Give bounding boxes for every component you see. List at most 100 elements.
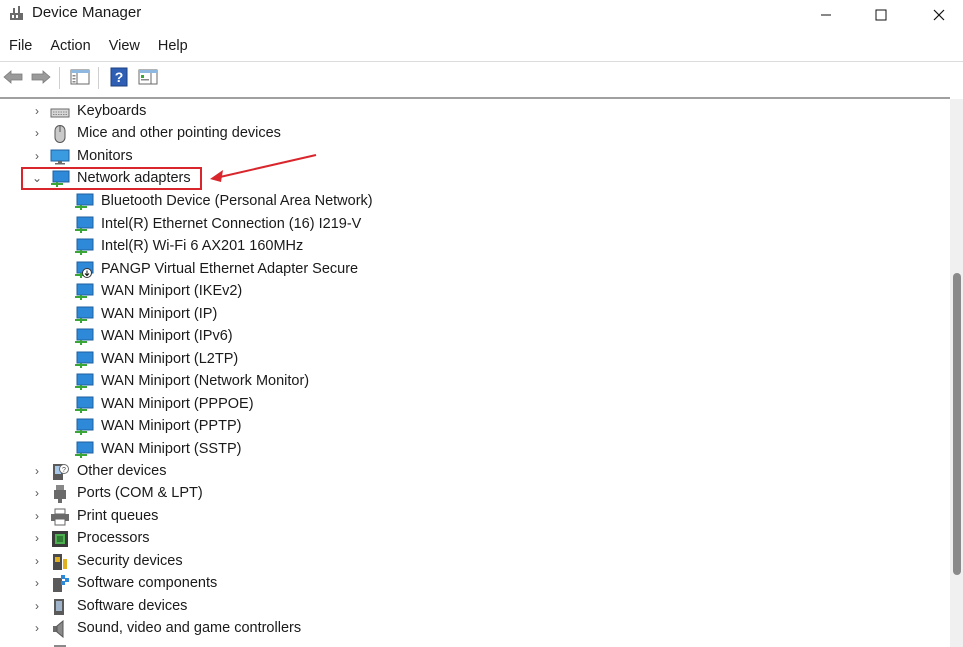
network-adapter-icon: [75, 328, 94, 345]
mouse-icon: [54, 125, 66, 143]
tree-item-label: WAN Miniport (IKEv2): [101, 283, 243, 299]
network-adapter-item[interactable]: WAN Miniport (PPPOE): [0, 394, 940, 416]
network-adapter-item[interactable]: WAN Miniport (IKEv2): [0, 281, 940, 303]
tree-item-label: Monitors: [77, 148, 133, 164]
network-adapter-icon: [75, 238, 94, 255]
network-adapter-icon: [75, 216, 94, 233]
annotation-highlight-box: [21, 167, 202, 190]
tree-item-keyboards[interactable]: › Keyboards: [0, 101, 940, 123]
network-adapter-item[interactable]: WAN Miniport (PPTP): [0, 416, 940, 438]
tree-item-partial: [0, 641, 940, 647]
scrollbar-thumb[interactable]: [953, 273, 961, 575]
tree-item-security-devices[interactable]: › Security devices: [0, 551, 940, 573]
tree-item-label: WAN Miniport (IPv6): [101, 328, 233, 344]
toolbar: ?: [0, 61, 963, 94]
toolbar-separator: [59, 67, 60, 89]
tree-item-label: Sound, video and game controllers: [77, 620, 302, 636]
tree-item-label: WAN Miniport (PPPOE): [101, 395, 254, 412]
expand-chevron-icon[interactable]: ›: [31, 149, 43, 163]
network-adapter-item[interactable]: WAN Miniport (Network Monitor): [0, 371, 940, 393]
network-adapter-item[interactable]: WAN Miniport (IPv6): [0, 326, 940, 348]
other-devices-icon: ?: [53, 464, 69, 480]
network-adapter-icon: [75, 193, 94, 210]
title-bar: Device Manager: [0, 0, 963, 30]
toolbar-separator: [98, 67, 99, 89]
expand-chevron-icon[interactable]: ›: [31, 576, 43, 590]
software-device-icon: [54, 599, 64, 615]
tree-item-software-devices[interactable]: › Software devices: [0, 596, 940, 618]
expand-chevron-icon[interactable]: ›: [31, 621, 43, 635]
svg-text:?: ?: [115, 69, 124, 85]
expand-chevron-icon[interactable]: ›: [31, 486, 43, 500]
software-component-icon: [53, 575, 69, 592]
network-adapter-item[interactable]: Bluetooth Device (Personal Area Network): [0, 191, 940, 213]
back-arrow-icon: [3, 70, 23, 84]
storage-controller-icon: [54, 645, 66, 647]
tree-item-label: Print queues: [77, 508, 159, 524]
security-device-icon: [53, 554, 67, 570]
tree-item-label: Other devices: [77, 463, 167, 479]
tree-item-label: Security devices: [77, 553, 183, 569]
tree-item-print-queues[interactable]: › Print queues: [0, 506, 940, 528]
tree-item-label: Software components: [77, 575, 218, 591]
properties-button[interactable]: [137, 66, 159, 88]
network-adapter-icon: [75, 306, 94, 323]
expand-chevron-icon[interactable]: ›: [31, 126, 43, 140]
tree-item-label: WAN Miniport (Network Monitor): [101, 373, 310, 389]
tree-item-ports[interactable]: › Ports (COM & LPT): [0, 483, 940, 505]
tree-item-label: Intel(R) Wi-Fi 6 AX201 160MHz: [101, 238, 304, 254]
printer-icon: [51, 508, 69, 526]
expand-chevron-icon[interactable]: ›: [31, 104, 43, 118]
forward-arrow-icon: [31, 70, 51, 84]
expand-chevron-icon[interactable]: ›: [31, 509, 43, 523]
processor-icon: [52, 531, 68, 547]
network-adapter-item[interactable]: WAN Miniport (L2TP): [0, 349, 940, 371]
tree-item-other-devices[interactable]: › ? Other devices: [0, 461, 940, 483]
back-button[interactable]: [2, 66, 24, 88]
expand-chevron-icon[interactable]: ›: [31, 554, 43, 568]
minimize-icon: [821, 14, 831, 16]
expand-chevron-icon[interactable]: ›: [31, 599, 43, 613]
maximize-button[interactable]: [852, 0, 910, 30]
menu-file[interactable]: File: [0, 34, 41, 58]
close-button[interactable]: [910, 0, 963, 30]
show-hide-console-tree-button[interactable]: [69, 66, 91, 88]
tree-item-label: Keyboards: [77, 103, 147, 119]
tree-item-label: Mice and other pointing devices: [77, 125, 281, 141]
tree-item-label: Bluetooth Device (Personal Area Network): [101, 193, 373, 209]
network-adapter-icon: [75, 373, 94, 390]
close-icon: [933, 9, 945, 21]
forward-button[interactable]: [30, 66, 52, 88]
tree-item-monitors[interactable]: › Monitors: [0, 146, 940, 168]
minimize-button[interactable]: [797, 0, 855, 30]
network-adapter-icon: [75, 418, 94, 435]
network-adapter-item[interactable]: PANGP Virtual Ethernet Adapter Secure: [0, 259, 940, 281]
vertical-scrollbar[interactable]: [950, 99, 963, 647]
tree-item-sound-video-game-controllers[interactable]: › Sound, video and game controllers: [0, 618, 940, 640]
tree-item-label: Intel(R) Ethernet Connection (16) I219-V: [101, 215, 362, 232]
tree-item-label: WAN Miniport (PPTP): [101, 418, 242, 434]
menu-view[interactable]: View: [100, 34, 149, 58]
network-adapter-item[interactable]: Intel(R) Ethernet Connection (16) I219-V: [0, 214, 940, 236]
network-adapter-icon: [75, 441, 94, 458]
tree-item-software-components[interactable]: › Software components: [0, 573, 940, 595]
window-title: Device Manager: [32, 4, 142, 21]
tree-item-label: WAN Miniport (L2TP): [101, 350, 239, 367]
tree-item-mice[interactable]: › Mice and other pointing devices: [0, 123, 940, 145]
svg-text:?: ?: [62, 467, 66, 474]
network-adapter-item[interactable]: WAN Miniport (SSTP): [0, 439, 940, 461]
network-adapter-item[interactable]: WAN Miniport (IP): [0, 304, 940, 326]
device-manager-app-icon: [10, 6, 23, 20]
menu-action[interactable]: Action: [41, 34, 99, 58]
port-icon: [54, 485, 66, 503]
annotation-arrow-icon: [210, 154, 317, 182]
tree-item-processors[interactable]: › Processors: [0, 528, 940, 550]
menu-help[interactable]: Help: [149, 34, 197, 58]
network-adapter-disabled-icon: [75, 261, 94, 278]
help-button[interactable]: ?: [108, 66, 130, 88]
expand-chevron-icon[interactable]: ›: [31, 464, 43, 478]
network-adapter-icon: [75, 396, 94, 413]
expand-chevron-icon[interactable]: ›: [31, 531, 43, 545]
menu-bar: File Action View Help: [0, 34, 963, 58]
network-adapter-item[interactable]: Intel(R) Wi-Fi 6 AX201 160MHz: [0, 236, 940, 258]
